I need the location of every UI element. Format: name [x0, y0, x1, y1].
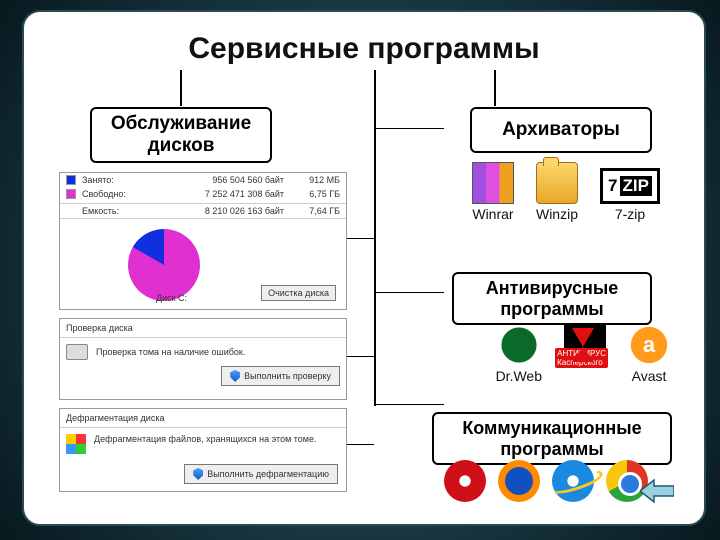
connector: [344, 238, 374, 239]
defrag-title: Дефрагментация диска: [60, 409, 346, 428]
busy-label: Занято:: [82, 175, 114, 185]
kaspersky-label: [583, 368, 587, 384]
disk-usage-panel: Занято: 956 504 560 байт 912 МБ Свободно…: [59, 172, 347, 310]
connector: [374, 404, 444, 405]
opera-icon: [444, 460, 486, 502]
connector: [344, 356, 374, 357]
winzip-item: Winzip: [536, 162, 578, 222]
pie-chart-icon: [128, 229, 200, 301]
kaspersky-icon: АНТИВИРУС Касперского: [564, 324, 606, 366]
winzip-label: Winzip: [536, 206, 578, 222]
connector: [374, 292, 444, 293]
shield-icon: [230, 370, 240, 382]
run-defrag-button[interactable]: Выполнить дефрагментацию: [184, 464, 338, 484]
slide-title: Сервисные программы: [24, 32, 704, 66]
drweb-label: Dr.Web: [496, 368, 542, 384]
shield-icon: [193, 468, 203, 480]
drweb-icon: [498, 324, 540, 366]
connector: [494, 70, 496, 106]
avast-icon: [628, 324, 670, 366]
disk-cleanup-button[interactable]: Очистка диска: [261, 285, 336, 301]
run-check-label: Выполнить проверку: [244, 371, 331, 381]
connector: [344, 444, 374, 445]
category-communication: Коммуникационные программы: [432, 412, 672, 465]
cap-bytes: 8 210 026 163 байт: [205, 206, 284, 216]
defrag-desc: Дефрагментация файлов, хранящихся на это…: [94, 434, 317, 444]
connector: [374, 70, 376, 406]
firefox-icon: [498, 460, 540, 502]
category-archivers: Архиваторы: [470, 107, 652, 153]
winrar-item: Winrar: [472, 162, 514, 222]
7zip-label: 7-zip: [615, 206, 645, 222]
defrag-panel: Дефрагментация диска Дефрагментация файл…: [59, 408, 347, 492]
busy-h: 912 МБ: [290, 175, 340, 185]
check-title: Проверка диска: [60, 319, 346, 338]
connector: [180, 70, 182, 106]
avast-label: Avast: [632, 368, 667, 384]
kaspersky-badge: АНТИВИРУС Касперского: [555, 348, 608, 368]
connector: [374, 128, 444, 129]
run-check-button[interactable]: Выполнить проверку: [221, 366, 340, 386]
check-desc: Проверка тома на наличие ошибок.: [96, 347, 245, 357]
7zip-item: 7ZIP 7-zip: [600, 168, 660, 222]
run-defrag-label: Выполнить дефрагментацию: [207, 469, 329, 479]
hdd-icon: [66, 344, 88, 360]
winzip-icon: [536, 162, 578, 204]
check-disk-panel: Проверка диска Проверка тома на наличие …: [59, 318, 347, 400]
free-label: Свободно:: [82, 189, 126, 199]
nav-back-button[interactable]: [640, 478, 674, 504]
busy-bytes: 956 504 560 байт: [212, 175, 284, 185]
defrag-icon: [66, 434, 86, 454]
winrar-label: Winrar: [472, 206, 513, 222]
cap-h: 7,64 ГБ: [290, 206, 340, 216]
cap-label: Емкость:: [82, 206, 119, 216]
kaspersky-item: АНТИВИРУС Касперского: [564, 324, 606, 384]
category-disk-maintenance: Обслуживание дисков: [90, 107, 272, 163]
winrar-icon: [472, 162, 514, 204]
pie-label: Диск С:: [156, 293, 187, 303]
7zip-icon: 7ZIP: [600, 168, 660, 204]
avast-item: Avast: [628, 324, 670, 384]
free-bytes: 7 252 471 308 байт: [205, 189, 284, 199]
ie-icon: [552, 460, 594, 502]
free-h: 6,75 ГБ: [290, 189, 340, 199]
category-antivirus: Антивирусные программы: [452, 272, 652, 325]
drweb-item: Dr.Web: [496, 324, 542, 384]
